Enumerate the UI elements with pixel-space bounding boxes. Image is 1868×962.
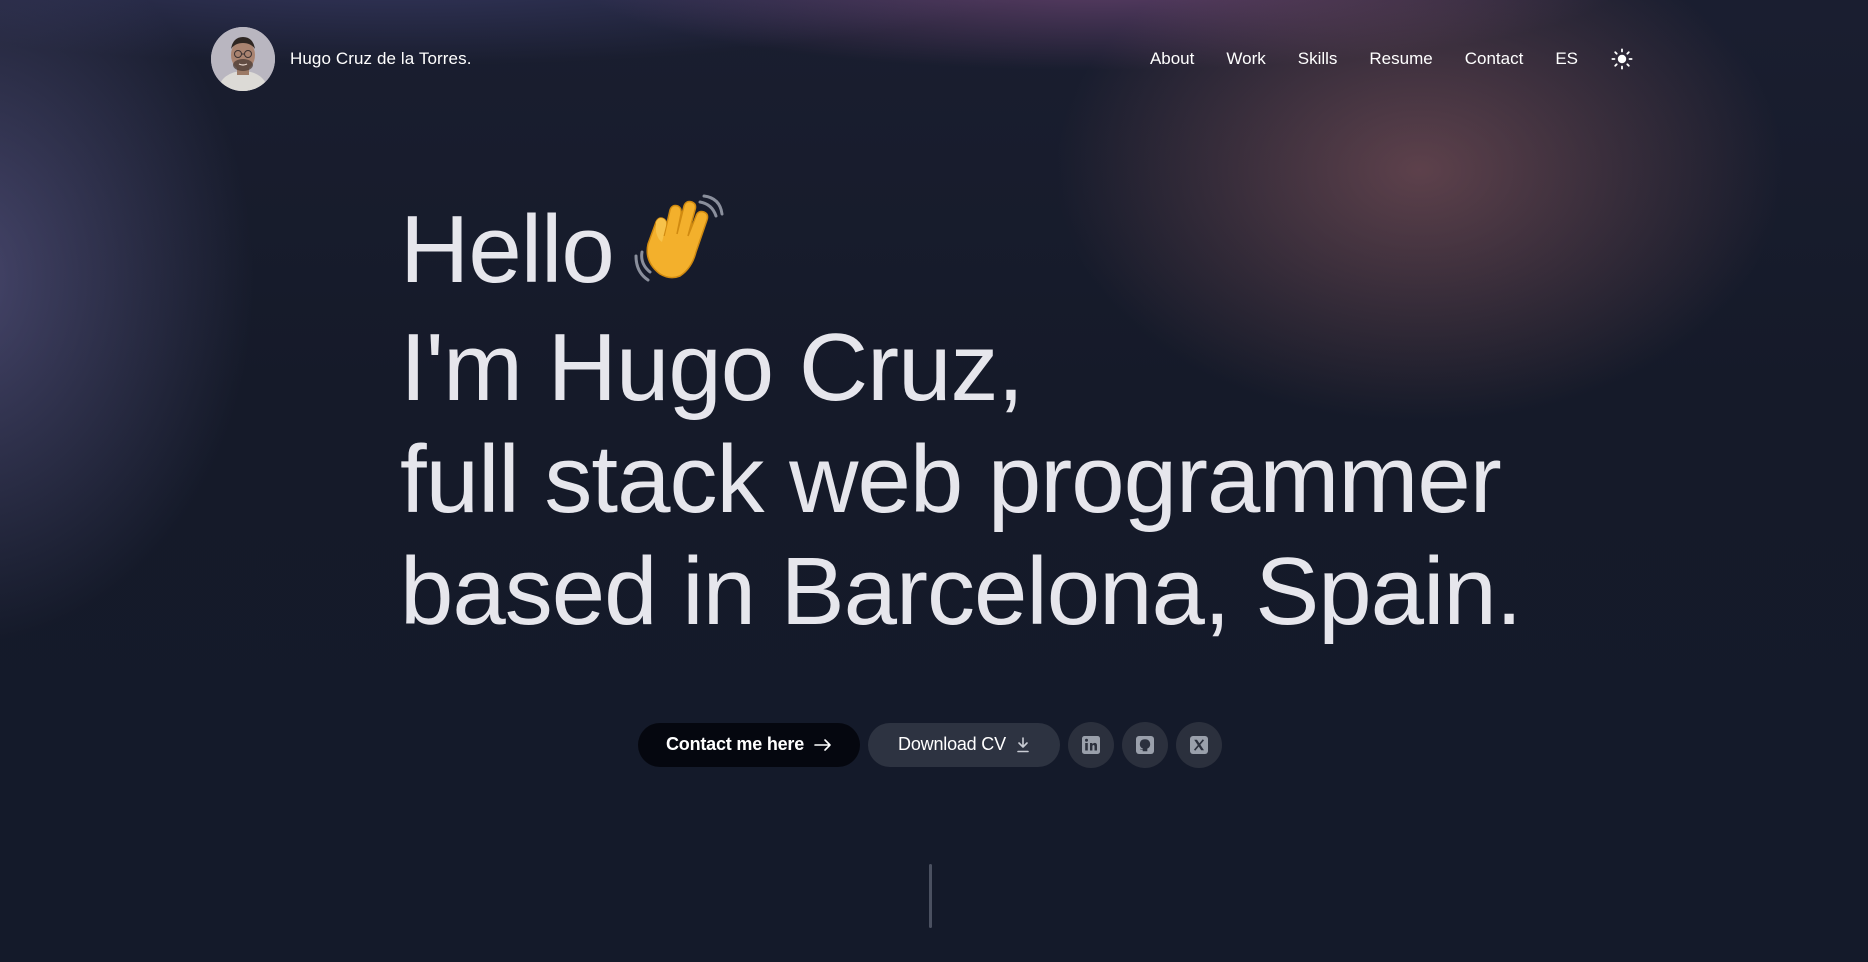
site-header: Hugo Cruz de la Torres. About Work Skill… [211,27,1636,91]
download-cv-button[interactable]: Download CV [868,722,1060,767]
avatar-image [211,27,275,91]
hero-line-role: full stack web programmer [400,426,1502,533]
github-button[interactable] [1121,721,1168,768]
x-twitter-button[interactable] [1175,721,1222,768]
nav-item-about[interactable]: About [1150,49,1194,69]
brand-name: Hugo Cruz de la Torres. [290,49,472,68]
nav-item-work[interactable]: Work [1226,49,1265,69]
sun-icon [1611,48,1633,70]
scroll-indicator [929,864,932,928]
download-icon [1017,736,1029,752]
linkedin-icon [1081,735,1100,754]
hero-greeting-text: Hello [400,196,615,303]
linkedin-button[interactable] [1067,721,1114,768]
contact-button-label: Contact me here [666,734,805,754]
hero-heading: Hello I'm Hugo Cruz, full stack web prog… [400,192,1522,648]
nav-item-contact[interactable]: Contact [1465,49,1524,69]
hero-actions: Contact me here Download CV [638,721,1222,768]
hero-line-name: I'm Hugo Cruz, [400,314,1024,421]
avatar [211,27,275,91]
nav-item-skills[interactable]: Skills [1298,49,1338,69]
brand-link[interactable]: Hugo Cruz de la Torres. [211,27,472,91]
waving-hand-icon [630,192,726,312]
main-nav: About Work Skills Resume Contact ES [1118,45,1636,73]
download-cv-label: Download CV [898,734,1006,754]
contact-button[interactable]: Contact me here [638,722,861,767]
hero-line-greeting: Hello [400,192,1500,312]
page: Hugo Cruz de la Torres. About Work Skill… [0,0,1868,962]
language-switch[interactable]: ES [1555,49,1578,69]
nav-item-resume[interactable]: Resume [1369,49,1432,69]
x-icon [1189,735,1208,754]
theme-toggle-button[interactable] [1608,45,1636,73]
github-icon [1135,735,1154,754]
arrow-right-icon [814,738,831,751]
hero-line-location: based in Barcelona, Spain. [400,538,1522,645]
